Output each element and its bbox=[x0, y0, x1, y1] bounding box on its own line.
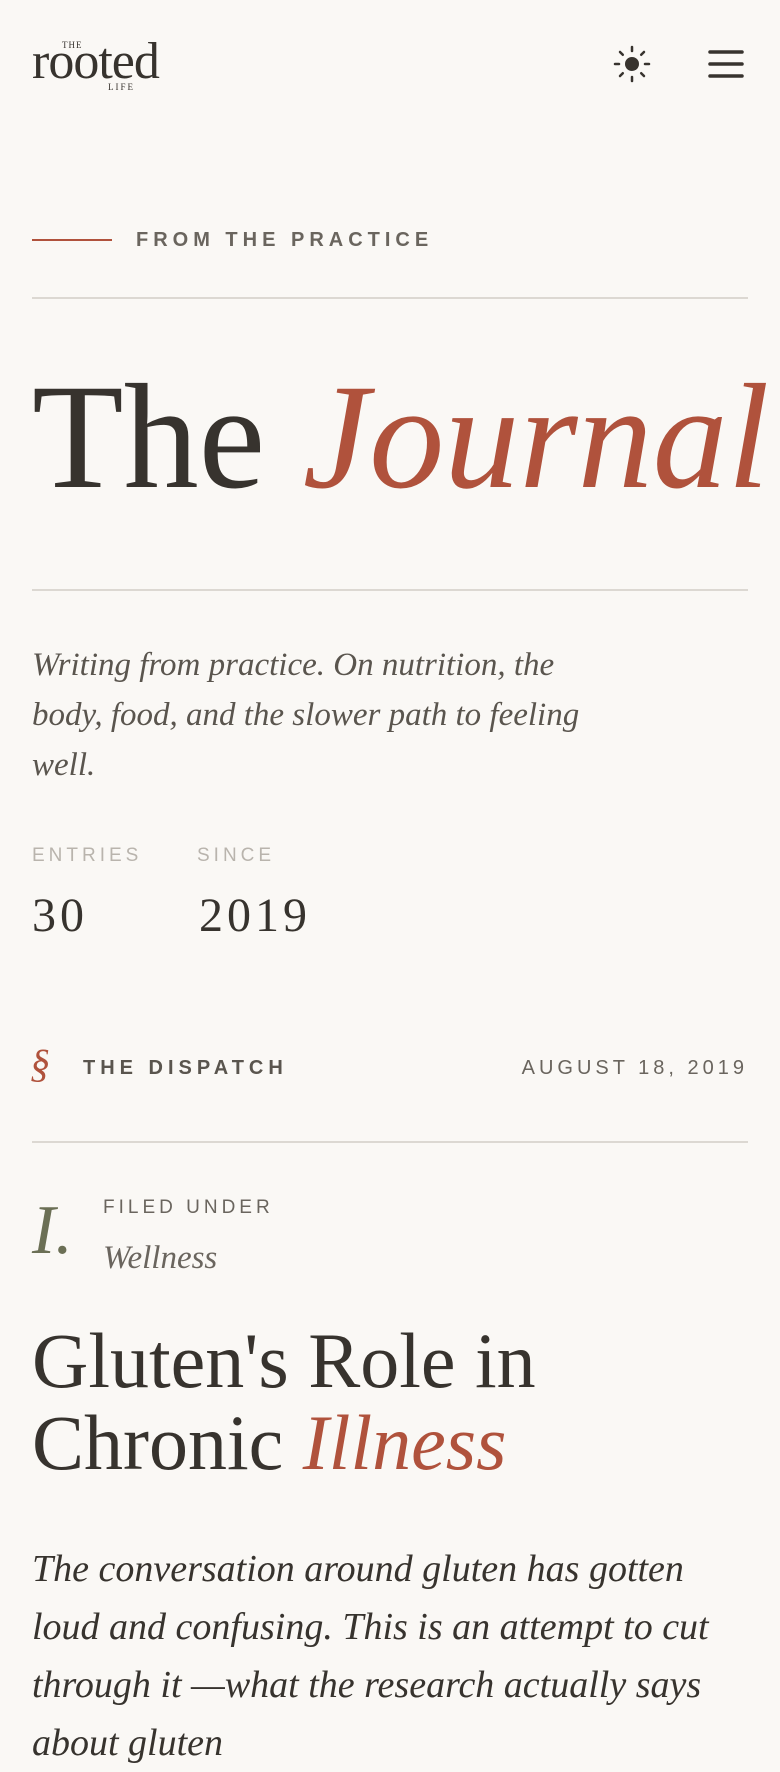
site-logo[interactable]: THE rooted LIFE bbox=[32, 34, 202, 96]
stat-entries-value: 30 bbox=[32, 889, 88, 942]
section-mark-icon: § bbox=[30, 1041, 50, 1086]
theme-toggle-button[interactable] bbox=[612, 44, 652, 84]
intro-text: Writing from practice. On nutrition, the… bbox=[32, 647, 580, 783]
stat-since-value: 2019 bbox=[199, 889, 311, 942]
logo-bottom-word: LIFE bbox=[108, 82, 135, 92]
article-title-accent: Illness bbox=[302, 1399, 507, 1486]
dispatch-label: THE DISPATCH bbox=[83, 1057, 288, 1079]
page-title: The Journal bbox=[32, 362, 769, 512]
stat-entries-label: ENTRIES bbox=[32, 845, 143, 866]
hamburger-menu-icon bbox=[708, 50, 744, 78]
divider bbox=[32, 1141, 748, 1143]
page-title-accent: Journal bbox=[302, 354, 770, 520]
filed-under-label: FILED UNDER bbox=[103, 1197, 274, 1218]
category-link[interactable]: Wellness bbox=[103, 1240, 217, 1277]
stat-since-label: SINCE bbox=[197, 845, 276, 866]
divider bbox=[32, 589, 748, 591]
page-title-plain: The bbox=[32, 354, 266, 520]
eyebrow-accent-line bbox=[32, 239, 112, 241]
eyebrow-label: FROM THE PRACTICE bbox=[136, 229, 434, 251]
sun-icon bbox=[613, 45, 651, 83]
dispatch-date: AUGUST 18, 2019 bbox=[521, 1057, 748, 1079]
menu-button[interactable] bbox=[706, 44, 746, 84]
divider bbox=[32, 297, 748, 299]
article-excerpt: The conversation around gluten has gotte… bbox=[32, 1548, 709, 1764]
logo-main-word: rooted bbox=[32, 33, 160, 90]
article-numeral: I. bbox=[32, 1192, 73, 1269]
article-title-link[interactable]: Gluten's Role in Chronic Illness bbox=[32, 1320, 732, 1484]
